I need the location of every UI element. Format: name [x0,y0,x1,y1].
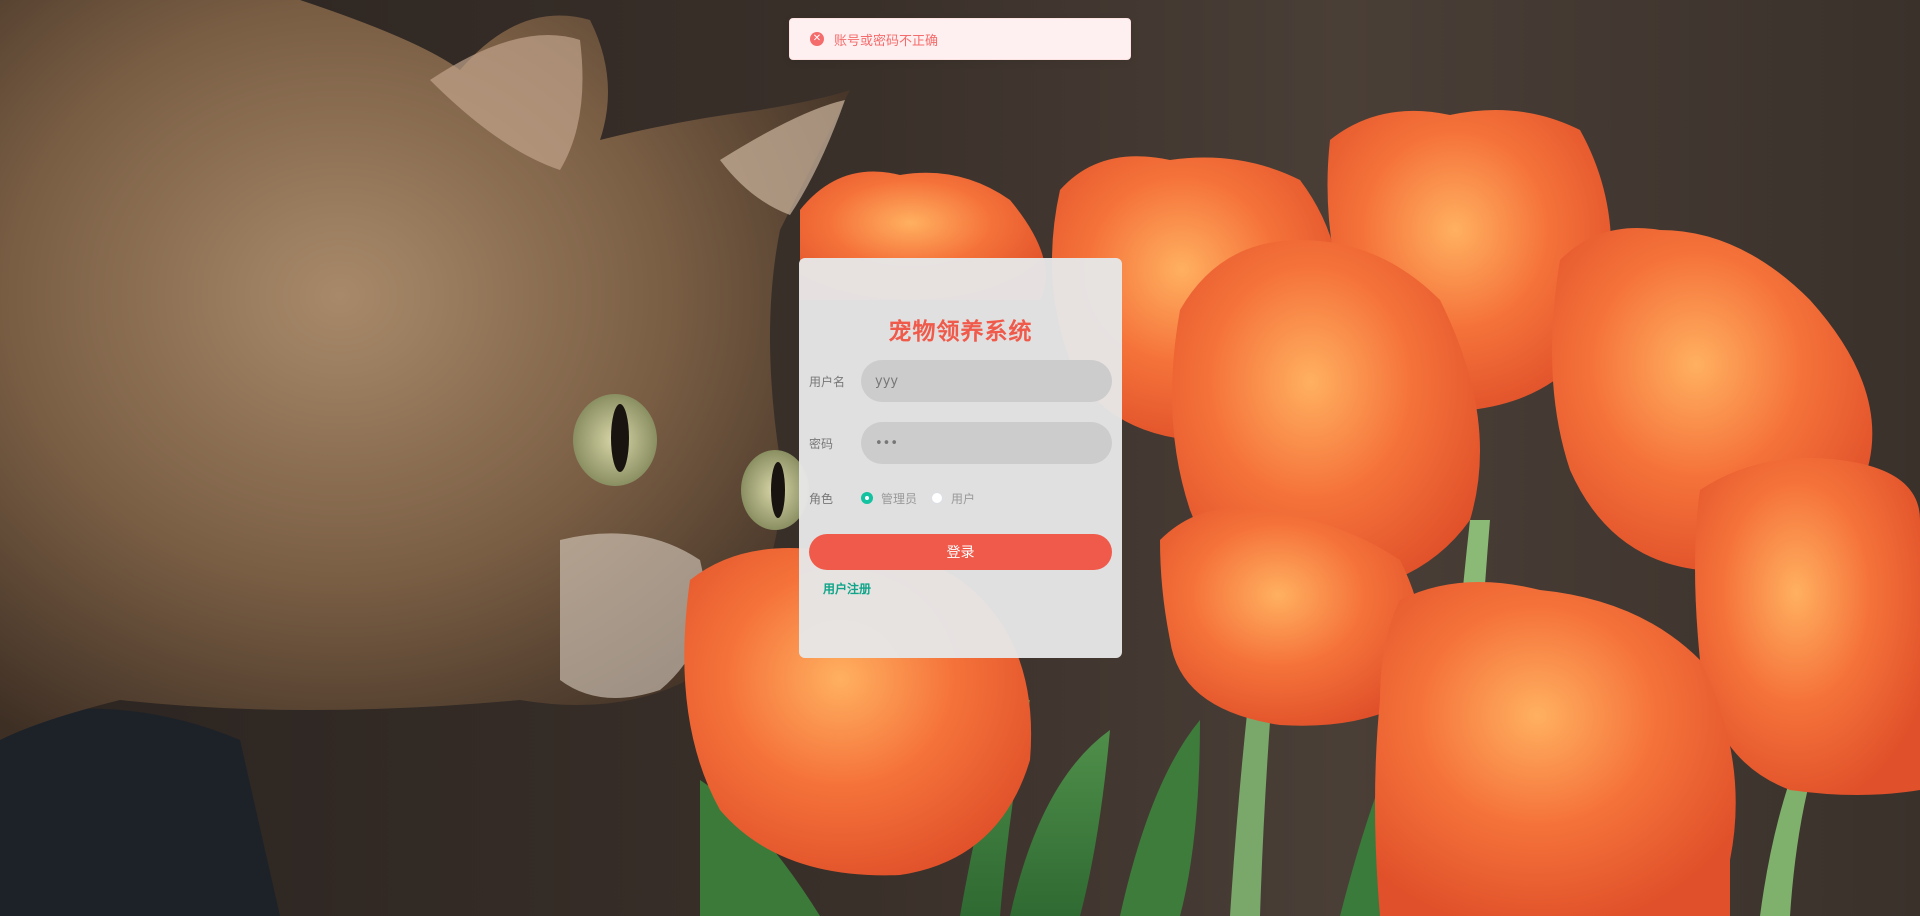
password-input[interactable] [861,422,1112,464]
role-admin-radio[interactable]: 管理员 [861,490,917,507]
register-link[interactable]: 用户注册 [823,580,871,597]
role-label: 角色 [809,491,834,506]
error-circle-icon: ✕ [810,32,824,46]
login-page: ✕ 账号或密码不正确 宠物领养系统 用户名 密码 角色 管理员 用户 登录 用户… [0,0,1920,916]
username-input[interactable] [861,360,1112,402]
login-button[interactable]: 登录 [809,534,1112,570]
password-label: 密码 [809,436,834,451]
login-card: 宠物领养系统 用户名 密码 角色 管理员 用户 登录 用户注册 [799,258,1122,658]
radio-unchecked-icon [931,492,944,504]
role-user-radio[interactable]: 用户 [931,490,975,507]
username-label: 用户名 [809,374,846,389]
password-row: 密码 [809,422,1112,464]
error-toast-message: 账号或密码不正确 [834,33,939,49]
radio-checked-icon [861,492,873,504]
role-row: 角色 管理员 用户 [809,488,1112,508]
role-admin-label: 管理员 [881,491,918,506]
system-title: 宠物领养系统 [888,319,1033,345]
role-user-label: 用户 [951,491,976,506]
username-row: 用户名 [809,360,1112,402]
error-toast: ✕ 账号或密码不正确 [789,18,1131,60]
